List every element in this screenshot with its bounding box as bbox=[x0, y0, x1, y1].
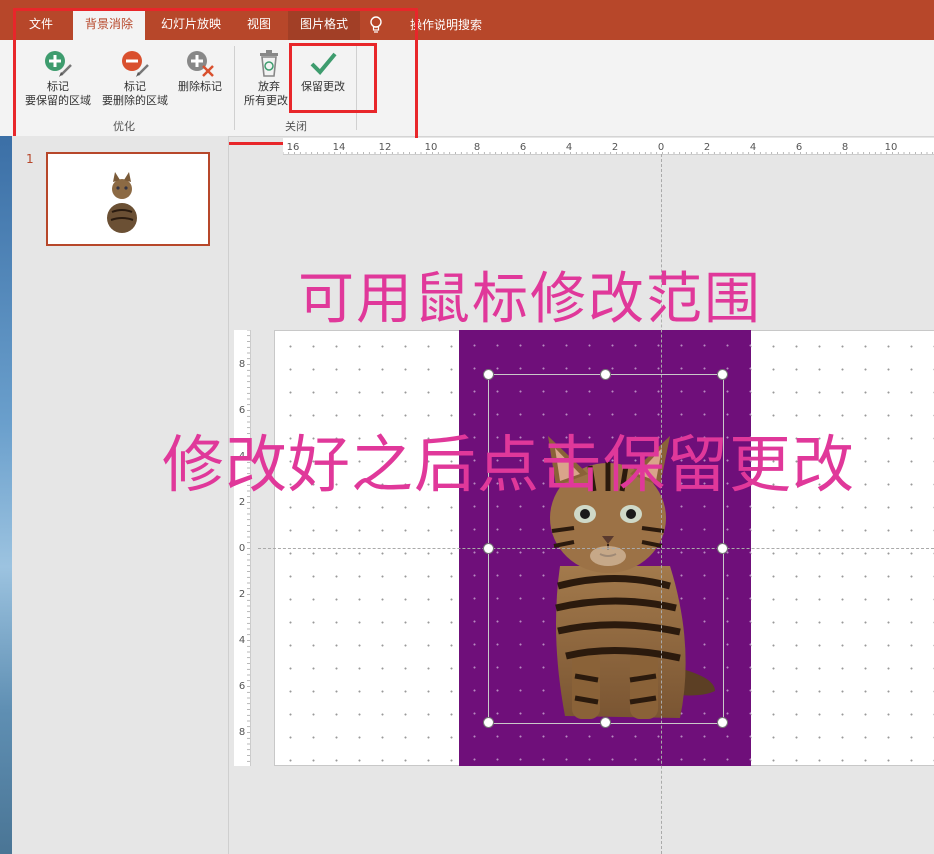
desktop-background bbox=[0, 136, 12, 854]
ruler-label: 8 bbox=[474, 142, 480, 153]
resize-handle-bottom-left[interactable] bbox=[483, 717, 494, 728]
resize-handle-right[interactable] bbox=[717, 543, 728, 554]
ruler-label: 4 bbox=[239, 635, 245, 646]
cat-thumbnail-image bbox=[107, 172, 137, 233]
horizontal-ruler: 16 14 12 10 8 6 4 2 0 2 4 6 8 10 bbox=[282, 138, 934, 155]
ruler-label: 6 bbox=[239, 681, 245, 692]
ruler-label: 2 bbox=[704, 142, 710, 153]
ruler-label: 0 bbox=[239, 543, 245, 554]
ruler-label: 4 bbox=[566, 142, 572, 153]
resize-handle-bottom[interactable] bbox=[600, 717, 611, 728]
title-bar bbox=[0, 0, 934, 8]
highlight-box-keep-changes bbox=[289, 43, 377, 113]
tell-me-label: 操作说明搜索 bbox=[410, 17, 483, 32]
ruler-label: 14 bbox=[333, 142, 346, 153]
resize-handle-top-left[interactable] bbox=[483, 369, 494, 380]
ruler-label: 4 bbox=[750, 142, 756, 153]
slide-thumbnail[interactable] bbox=[46, 152, 210, 246]
annotation-line1: 可用鼠标修改范围 bbox=[298, 267, 762, 332]
ruler-label: 8 bbox=[842, 142, 848, 153]
ruler-label: 10 bbox=[425, 142, 438, 153]
resize-handle-top[interactable] bbox=[600, 369, 611, 380]
ruler-label: 16 bbox=[287, 142, 300, 153]
vertical-ruler: 864202468 bbox=[234, 329, 251, 766]
ruler-label: 10 bbox=[885, 142, 898, 153]
ruler-label: 2 bbox=[612, 142, 618, 153]
resize-handle-left[interactable] bbox=[483, 543, 494, 554]
resize-handle-top-right[interactable] bbox=[717, 369, 728, 380]
ruler-label: 6 bbox=[796, 142, 802, 153]
slide-number: 1 bbox=[26, 152, 34, 166]
ruler-label: 6 bbox=[520, 142, 526, 153]
resize-handle-bottom-right[interactable] bbox=[717, 717, 728, 728]
ruler-label: 8 bbox=[239, 727, 245, 738]
ruler-label: 8 bbox=[239, 359, 245, 370]
ruler-label: 0 bbox=[658, 142, 664, 153]
ruler-label: 2 bbox=[239, 589, 245, 600]
annotation-line2: 修改好之后点击保留更改 bbox=[162, 428, 856, 501]
ruler-label: 12 bbox=[379, 142, 392, 153]
